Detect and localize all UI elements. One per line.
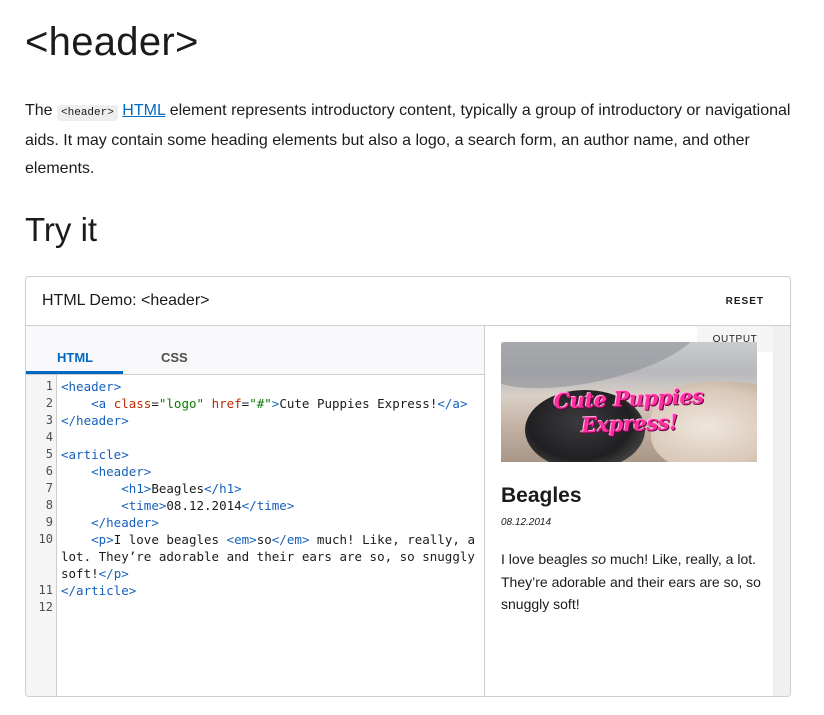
editor-pane: HTML CSS 1 <header> 2 <a class="logo" href… <box>26 326 485 696</box>
output-time: 08.12.2014 <box>501 517 552 528</box>
code-text: <article> <box>61 447 129 462</box>
code-editor[interactable]: 1 <header> 2 <a class="logo" href="#">Cute… <box>26 378 484 616</box>
code-text: <h1>Beagles</h1> <box>121 481 242 496</box>
line-number: 3 <box>45 413 53 427</box>
logo-link[interactable]: Cute Puppies Express! <box>506 382 752 440</box>
tab-html[interactable]: HTML <box>57 350 93 365</box>
code-text: <p>I love beagles <em>so</em> much! Like… <box>61 532 483 581</box>
interactive-demo: HTML Demo: <header> RESET HTML CSS 1 <hea… <box>25 276 791 697</box>
active-tab-indicator <box>26 371 123 374</box>
inline-code-header: <header> <box>57 105 118 121</box>
tab-css[interactable]: CSS <box>161 350 188 365</box>
html-link[interactable]: HTML <box>122 102 165 119</box>
page-title: <header> <box>25 20 199 64</box>
line-number: 1 <box>45 379 53 393</box>
code-line[interactable]: 9 </header> <box>26 514 484 531</box>
output-scrollbar[interactable] <box>773 326 790 696</box>
code-line[interactable]: 6 <header> <box>26 463 484 480</box>
reset-button[interactable]: RESET <box>726 296 764 307</box>
editor-tabs: HTML CSS <box>26 326 484 375</box>
line-number: 4 <box>45 430 53 444</box>
code-text: </header> <box>91 515 159 530</box>
code-line[interactable]: 3 </header> <box>26 412 484 429</box>
line-number: 2 <box>45 396 53 410</box>
line-number: 10 <box>38 532 53 546</box>
intro-paragraph: The <header> HTML element represents int… <box>25 97 795 183</box>
code-text: <a class="logo" href="#">Cute Puppies Ex… <box>91 396 468 411</box>
intro-text-pre: The <box>25 102 58 119</box>
line-number: 9 <box>45 515 53 529</box>
try-it-heading: Try it <box>25 211 98 248</box>
code-text: <header> <box>91 464 152 479</box>
output-pane: OUTPUT Cute Puppies Express! Beagles 08.… <box>485 326 790 696</box>
output-emphasis: so <box>591 551 607 567</box>
code-text: </article> <box>61 583 137 598</box>
output-text-pre: I love beagles <box>501 551 592 567</box>
code-text: <time>08.12.2014</time> <box>121 498 295 513</box>
line-number: 11 <box>38 583 53 597</box>
code-line[interactable]: 4 <box>26 429 484 446</box>
code-line[interactable]: 11 </article> <box>26 582 484 599</box>
code-line[interactable]: 8 <time>08.12.2014</time> <box>26 497 484 514</box>
code-text: </header> <box>61 413 129 428</box>
code-line[interactable]: 12 <box>26 599 484 616</box>
line-number: 6 <box>45 464 53 478</box>
code-text: <header> <box>61 379 122 394</box>
line-number: 8 <box>45 498 53 512</box>
code-line[interactable]: 10 <p>I love beagles <em>so</em> much! L… <box>26 531 484 582</box>
output-paragraph: I love beagles so much! Like, really, a … <box>501 548 763 616</box>
line-number: 7 <box>45 481 53 495</box>
logo-banner-image: Cute Puppies Express! <box>501 342 757 462</box>
code-line[interactable]: 7 <h1>Beagles</h1> <box>26 480 484 497</box>
code-line[interactable]: 5 <article> <box>26 446 484 463</box>
line-number: 5 <box>45 447 53 461</box>
demo-header: HTML Demo: <header> RESET <box>26 277 790 326</box>
code-line[interactable]: 2 <a class="logo" href="#">Cute Puppies … <box>26 395 484 412</box>
output-heading: Beagles <box>501 484 582 507</box>
code-line[interactable]: 1 <header> <box>26 378 484 395</box>
line-number: 12 <box>38 600 53 614</box>
demo-title: HTML Demo: <header> <box>42 292 210 309</box>
